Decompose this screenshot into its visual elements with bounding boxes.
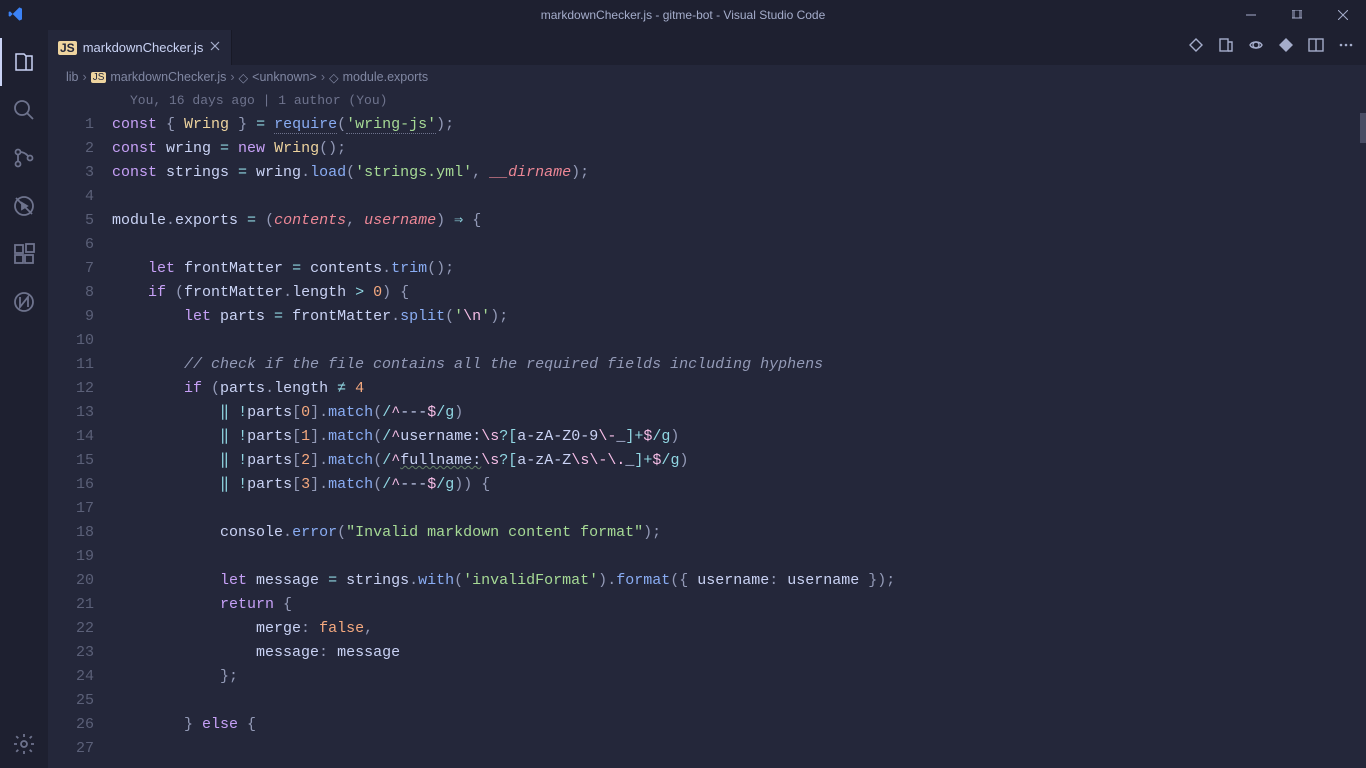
chevron-right-icon: ›: [83, 70, 87, 84]
scrollbar-thumb[interactable]: [1360, 113, 1366, 143]
split-editor-icon[interactable]: [1308, 37, 1324, 58]
tab-close-icon[interactable]: [209, 40, 221, 55]
breadcrumb-seg[interactable]: lib: [66, 70, 79, 84]
settings-gear-icon[interactable]: [0, 720, 48, 768]
window-controls: [1228, 0, 1366, 30]
code-line: // check if the file contains all the re…: [112, 353, 1366, 377]
tabs-bar: JS markdownChecker.js: [48, 30, 1366, 65]
vscode-logo-icon: [8, 6, 24, 27]
code-line: } else {: [112, 713, 1366, 737]
explorer-icon[interactable]: [0, 38, 48, 86]
code-line: [112, 185, 1366, 209]
code-line: const { Wring } = require('wring-js');: [112, 113, 1366, 137]
code-line: };: [112, 665, 1366, 689]
breadcrumb-seg[interactable]: <unknown>: [252, 70, 317, 84]
code-line: [112, 497, 1366, 521]
chevron-right-icon: ›: [321, 70, 325, 84]
action-icon-3[interactable]: [1248, 37, 1264, 58]
code-line: if (frontMatter.length > 0) {: [112, 281, 1366, 305]
activity-bar: [0, 30, 48, 768]
code-line: [112, 233, 1366, 257]
editor-area: JS markdownChecker.js lib › JS markdownC…: [48, 30, 1366, 768]
search-icon[interactable]: [0, 86, 48, 134]
title-bar: markdownChecker.js - gitme-bot - Visual …: [0, 0, 1366, 30]
code-line: ‖ !parts[1].match(/^username:\s?[a-zA-Z0…: [112, 425, 1366, 449]
source-control-icon[interactable]: [0, 134, 48, 182]
code-line: ‖ !parts[3].match(/^---$/g)) {: [112, 473, 1366, 497]
action-icon-4[interactable]: [1278, 37, 1294, 58]
tab-label: markdownChecker.js: [83, 40, 204, 55]
tab-markdown-checker[interactable]: JS markdownChecker.js: [48, 30, 232, 65]
close-button[interactable]: [1320, 0, 1366, 30]
line-number-gutter: 1234567891011121314151617181920212223242…: [48, 89, 112, 768]
code-line: ‖ !parts[2].match(/^fullname:\s?[a-zA-Z\…: [112, 449, 1366, 473]
extensions-icon[interactable]: [0, 230, 48, 278]
code-line: ‖ !parts[0].match(/^---$/g): [112, 401, 1366, 425]
code-content[interactable]: You, 16 days ago | 1 author (You)const {…: [112, 89, 1366, 768]
editor-actions: [1188, 30, 1366, 65]
code-line: let parts = frontMatter.split('\n');: [112, 305, 1366, 329]
nx-icon[interactable]: [0, 278, 48, 326]
code-line: merge: false,: [112, 617, 1366, 641]
minimize-button[interactable]: [1228, 0, 1274, 30]
code-line: if (parts.length ≠ 4: [112, 377, 1366, 401]
maximize-button[interactable]: [1274, 0, 1320, 30]
code-line: const strings = wring.load('strings.yml'…: [112, 161, 1366, 185]
code-line: module.exports = (contents, username) ⇒ …: [112, 209, 1366, 233]
action-icon-2[interactable]: [1218, 37, 1234, 58]
code-line: [112, 737, 1366, 761]
code-line: let frontMatter = contents.trim();: [112, 257, 1366, 281]
breadcrumb-seg[interactable]: markdownChecker.js: [110, 70, 226, 84]
js-file-icon: JS: [58, 41, 77, 55]
codelens[interactable]: You, 16 days ago | 1 author (You): [112, 89, 1366, 113]
code-line: [112, 329, 1366, 353]
debug-icon[interactable]: [0, 182, 48, 230]
code-line: const wring = new Wring();: [112, 137, 1366, 161]
breadcrumb-seg[interactable]: module.exports: [343, 70, 428, 84]
js-file-icon: JS: [91, 72, 107, 83]
breadcrumbs[interactable]: lib › JS markdownChecker.js › ◇ <unknown…: [48, 65, 1366, 89]
code-line: [112, 689, 1366, 713]
code-line: let message = strings.with('invalidForma…: [112, 569, 1366, 593]
more-actions-icon[interactable]: [1338, 37, 1354, 58]
chevron-right-icon: ›: [230, 70, 234, 84]
code-editor[interactable]: 1234567891011121314151617181920212223242…: [48, 89, 1366, 768]
action-icon-1[interactable]: [1188, 37, 1204, 58]
symbol-icon: ◇: [329, 70, 339, 85]
window-title: markdownChecker.js - gitme-bot - Visual …: [541, 8, 826, 22]
code-line: [112, 545, 1366, 569]
code-line: message: message: [112, 641, 1366, 665]
code-line: return {: [112, 593, 1366, 617]
symbol-icon: ◇: [239, 70, 249, 85]
code-line: console.error("Invalid markdown content …: [112, 521, 1366, 545]
